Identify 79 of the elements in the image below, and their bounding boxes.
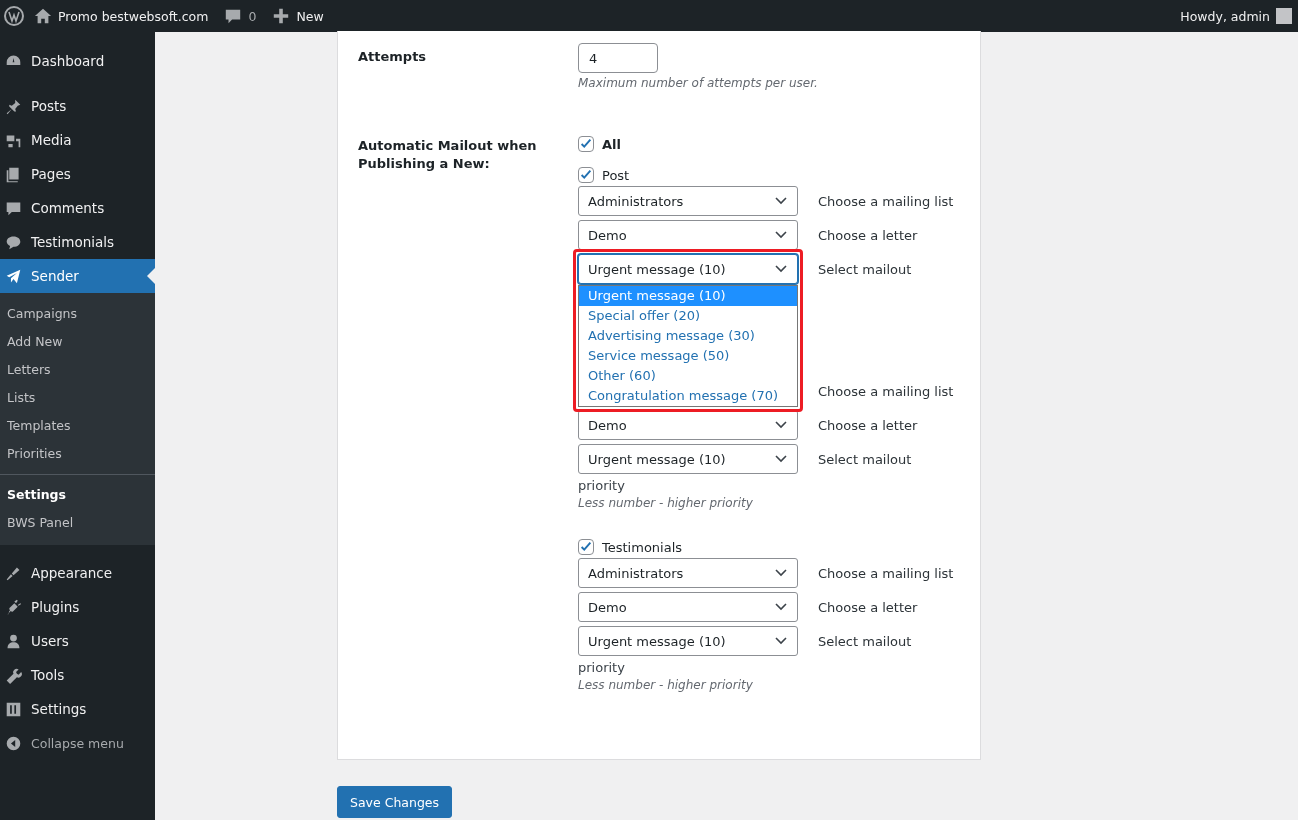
field-description: Less number - higher priority — [578, 496, 754, 510]
menu-item[interactable]: Plugins — [0, 590, 155, 624]
select-dropdown[interactable]: Demo — [578, 410, 798, 440]
menu-label: Comments — [31, 200, 105, 216]
select-dropdown[interactable]: Demo — [578, 220, 798, 250]
menu-label: Testimonials — [31, 234, 115, 250]
menu-item[interactable]: Tools — [0, 658, 155, 692]
site-name: Promo bestwebsoft.com — [58, 8, 209, 24]
menu-item[interactable]: Users — [0, 624, 155, 658]
new-label: New — [296, 8, 324, 24]
menu-label: Dashboard — [31, 53, 105, 69]
menu-label: Collapse menu — [31, 735, 124, 751]
menu-label: Settings — [31, 701, 87, 717]
select-label: Choose a letter — [818, 599, 918, 615]
priority-label: priority — [578, 478, 626, 493]
menu-item[interactable]: Dashboard — [0, 44, 155, 78]
submenu-item[interactable]: Templates — [0, 412, 155, 440]
menu-label: Plugins — [31, 599, 80, 615]
menu-item[interactable]: Settings — [0, 692, 155, 726]
menu-label: Users — [31, 633, 69, 649]
submenu-item[interactable]: Add New — [0, 328, 155, 356]
menu-label: Sender — [31, 268, 79, 284]
menu-item[interactable]: Appearance — [0, 556, 155, 590]
submenu-item[interactable]: Lists — [0, 384, 155, 412]
save-changes-button[interactable]: Save Changes — [337, 786, 453, 818]
dropdown-option[interactable]: Congratulation message (70) — [579, 386, 797, 406]
checkbox-label: Testimonials — [602, 539, 683, 555]
menu-item[interactable]: Testimonials — [0, 225, 155, 259]
menu-item[interactable]: Media — [0, 123, 155, 157]
select-dropdown[interactable]: Urgent message (10) — [578, 626, 798, 656]
select-label: Choose a mailing list — [818, 383, 954, 399]
select-dropdown[interactable]: Administrators — [578, 558, 798, 588]
menu-item[interactable]: Sender — [0, 259, 155, 293]
site-name-link[interactable]: Promo bestwebsoft.com — [34, 7, 209, 25]
menu-label: Media — [31, 132, 72, 148]
select-dropdown[interactable]: Urgent message (10) — [578, 444, 798, 474]
select-label: Choose a letter — [818, 417, 918, 433]
account-link[interactable]: Howdy, admin — [1180, 8, 1292, 24]
menu-label: Appearance — [31, 565, 113, 581]
submenu-item[interactable]: Letters — [0, 356, 155, 384]
field-label: Attempts — [358, 48, 428, 66]
priority-label: priority — [578, 660, 626, 675]
field-label: Automatic Mailout when Publishing a New: — [358, 137, 538, 173]
submenu-item[interactable]: BWS Panel — [0, 509, 155, 537]
menu-item[interactable]: Comments — [0, 191, 155, 225]
select-label: Choose a mailing list — [818, 565, 954, 581]
checkbox-option[interactable]: Post — [578, 165, 960, 185]
checkbox-option[interactable]: Testimonials — [578, 537, 960, 557]
submenu-item[interactable]: Priorities — [0, 440, 155, 468]
select-label: Choose a letter — [818, 227, 918, 243]
select-dropdown[interactable]: Urgent message (10) — [578, 254, 798, 284]
field-description: Less number - higher priority — [578, 678, 754, 692]
menu-label: Tools — [31, 667, 65, 683]
checkbox-label: All — [602, 136, 621, 152]
dropdown-option[interactable]: Other (60) — [579, 366, 797, 386]
select-label: Select mailout — [818, 261, 912, 277]
select-label: Select mailout — [818, 633, 912, 649]
select-label: Select mailout — [818, 451, 912, 467]
select-dropdown[interactable]: Demo — [578, 592, 798, 622]
select-dropdown[interactable]: Administrators — [578, 186, 798, 216]
menu-item[interactable]: Posts — [0, 89, 155, 123]
menu-item[interactable]: Collapse menu — [0, 726, 155, 760]
comment-count: 0 — [248, 8, 257, 24]
comments-link[interactable]: 0 — [224, 7, 257, 25]
menu-item[interactable]: Pages — [0, 157, 155, 191]
menu-label: Posts — [31, 98, 67, 114]
checkbox-option[interactable]: All — [578, 134, 960, 154]
new-content-link[interactable]: New — [272, 7, 324, 25]
greeting: Howdy, admin — [1180, 8, 1270, 24]
field-description: Maximum number of attempts per user. — [578, 76, 819, 90]
submenu-item[interactable]: Settings — [0, 474, 155, 509]
dropdown-option[interactable]: Service message (50) — [579, 346, 797, 366]
submenu-item[interactable]: Campaigns — [0, 300, 155, 328]
dropdown-option[interactable]: Advertising message (30) — [579, 326, 797, 346]
dropdown-option[interactable]: Special offer (20) — [579, 306, 797, 326]
select-label: Choose a mailing list — [818, 193, 954, 209]
attempts-input[interactable]: 4 — [578, 43, 658, 73]
menu-label: Pages — [31, 166, 71, 182]
checkbox-label: Post — [602, 167, 630, 183]
